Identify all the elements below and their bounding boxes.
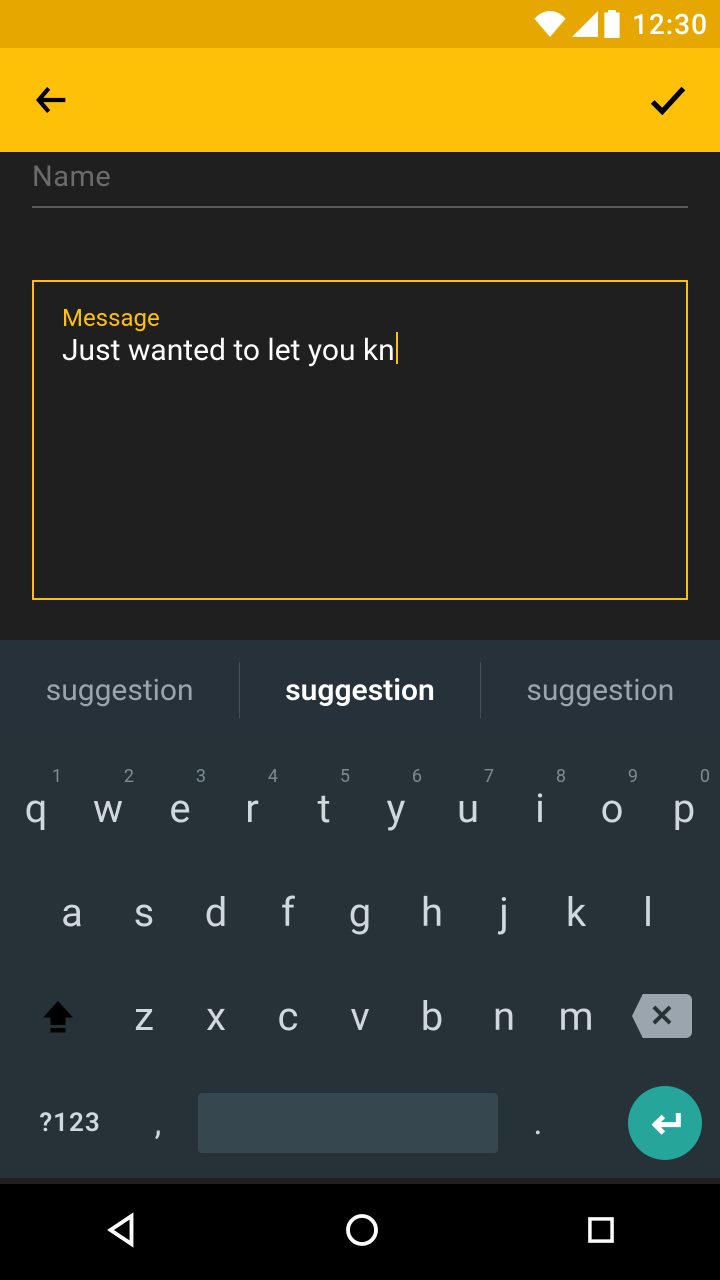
circle-home-icon: [341, 1209, 383, 1251]
nav-back-button[interactable]: [100, 1209, 142, 1255]
battery-icon: [604, 10, 620, 38]
comma-key[interactable]: ,: [128, 1103, 188, 1143]
message-value: Just wanted to let you kn: [62, 333, 395, 368]
key-r[interactable]: 4r: [216, 760, 288, 856]
name-placeholder: Name: [32, 160, 111, 194]
suggestion-2[interactable]: suggestion: [240, 673, 479, 708]
backspace-key[interactable]: ✕: [612, 968, 712, 1064]
key-d[interactable]: d: [180, 864, 252, 960]
key-z[interactable]: z: [108, 968, 180, 1064]
name-underline: [32, 206, 688, 208]
status-time: 12:30: [632, 8, 708, 41]
key-b[interactable]: b: [396, 968, 468, 1064]
key-h[interactable]: h: [396, 864, 468, 960]
key-f[interactable]: f: [252, 864, 324, 960]
key-x[interactable]: x: [180, 968, 252, 1064]
app-bar: [0, 48, 720, 152]
nav-bar: [0, 1184, 720, 1280]
key-o[interactable]: 9o: [576, 760, 648, 856]
triangle-back-icon: [100, 1209, 142, 1251]
key-y[interactable]: 6y: [360, 760, 432, 856]
key-l[interactable]: l: [612, 864, 684, 960]
enter-key[interactable]: [628, 1086, 702, 1160]
status-bar: 12:30: [0, 0, 720, 48]
key-m[interactable]: m: [540, 968, 612, 1064]
shift-key[interactable]: [8, 968, 108, 1064]
arrow-left-icon: [32, 80, 72, 120]
message-field[interactable]: Message Just wanted to let you kn: [32, 280, 688, 600]
key-u[interactable]: 7u: [432, 760, 504, 856]
key-n[interactable]: n: [468, 968, 540, 1064]
key-p[interactable]: 0p: [648, 760, 720, 856]
square-recent-icon: [582, 1211, 620, 1249]
suggestion-3[interactable]: suggestion: [481, 673, 720, 708]
key-s[interactable]: s: [108, 864, 180, 960]
key-w[interactable]: 2w: [72, 760, 144, 856]
message-label: Message: [62, 304, 658, 332]
keyboard: 1q2w3e4r5t6y7u8i9o0p asdfghjkl zxcvbnm ✕…: [0, 738, 720, 1178]
name-field[interactable]: Name: [32, 152, 688, 208]
backspace-icon: ✕: [632, 994, 692, 1038]
text-cursor: [396, 332, 398, 364]
signal-icon: [572, 11, 598, 37]
symbols-key[interactable]: ?123: [22, 1108, 118, 1138]
shift-icon: [40, 998, 76, 1034]
key-v[interactable]: v: [324, 968, 396, 1064]
suggestion-1[interactable]: suggestion: [0, 673, 239, 708]
key-t[interactable]: 5t: [288, 760, 360, 856]
key-e[interactable]: 3e: [144, 760, 216, 856]
key-c[interactable]: c: [252, 968, 324, 1064]
check-icon: [645, 77, 691, 123]
wifi-icon: [534, 11, 566, 37]
enter-icon: [645, 1103, 685, 1143]
back-button[interactable]: [24, 72, 80, 128]
key-a[interactable]: a: [36, 864, 108, 960]
key-k[interactable]: k: [540, 864, 612, 960]
period-key[interactable]: .: [508, 1103, 568, 1143]
nav-home-button[interactable]: [341, 1209, 383, 1255]
key-j[interactable]: j: [468, 864, 540, 960]
nav-recent-button[interactable]: [582, 1211, 620, 1253]
key-g[interactable]: g: [324, 864, 396, 960]
key-q[interactable]: 1q: [0, 760, 72, 856]
suggestion-strip: suggestion suggestion suggestion: [0, 642, 720, 738]
confirm-button[interactable]: [640, 72, 696, 128]
space-key[interactable]: [198, 1093, 498, 1153]
key-i[interactable]: 8i: [504, 760, 576, 856]
